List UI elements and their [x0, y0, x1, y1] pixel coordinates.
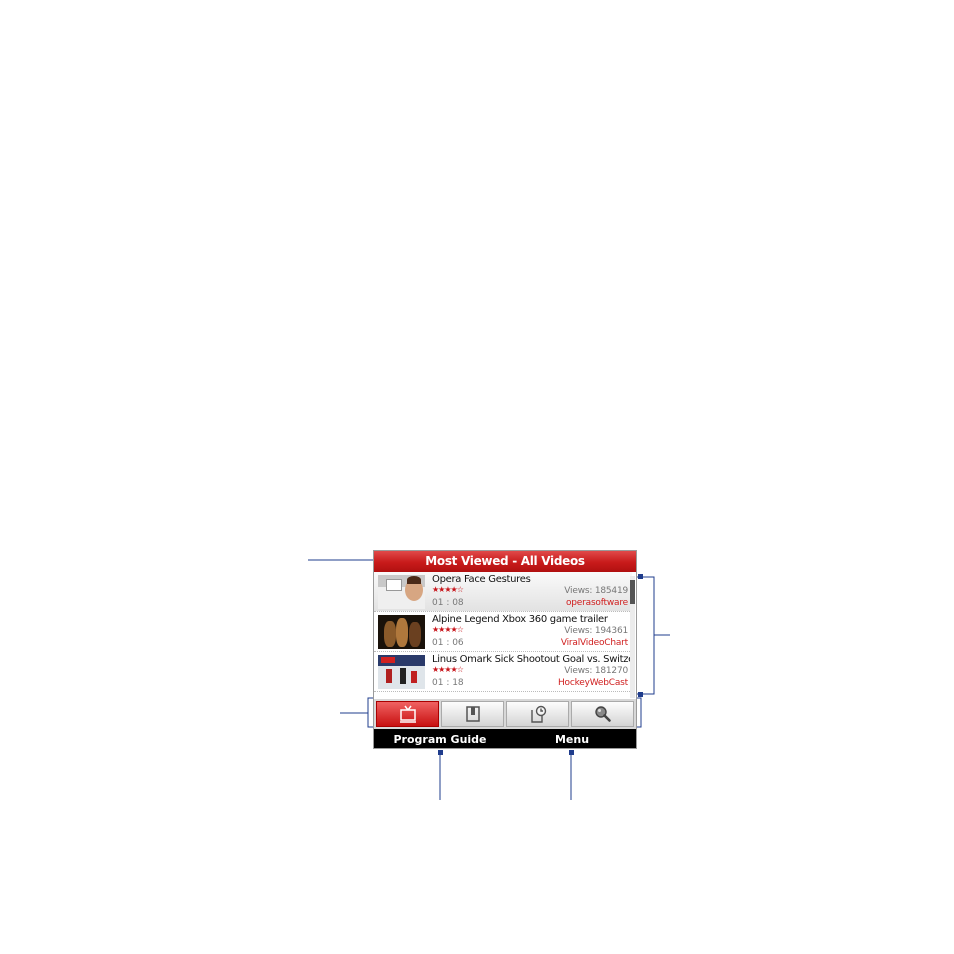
video-item-alpine-legend[interactable]: Alpine Legend Xbox 360 game trailer ★★★★… [374, 612, 632, 652]
video-duration: 01 : 08 [432, 598, 464, 608]
rating-stars: ★★★★☆ [432, 665, 464, 674]
tv-icon [399, 705, 416, 723]
video-duration: 01 : 18 [432, 678, 464, 688]
tab-search[interactable] [571, 701, 634, 727]
video-title: Linus Omark Sick Shootout Goal vs. Switz… [432, 654, 630, 665]
tab-bookmarks[interactable] [441, 701, 504, 727]
video-author: ViralVideoChart [560, 638, 628, 648]
video-duration: 01 : 06 [432, 638, 464, 648]
bookmark-icon [465, 706, 480, 722]
callout-lines [308, 557, 670, 800]
tab-history[interactable] [506, 701, 569, 727]
view-count: Views: 181270 [564, 666, 628, 676]
view-count: Views: 194361 [564, 626, 628, 636]
video-title: Alpine Legend Xbox 360 game trailer [432, 614, 608, 625]
search-icon [594, 706, 611, 722]
video-author: HockeyWebCast [557, 678, 628, 688]
video-thumbnail[interactable] [378, 615, 425, 649]
video-author: operasoftware [565, 598, 628, 608]
tab-bar [374, 699, 636, 729]
video-list[interactable]: Opera Face Gestures ★★★★☆ Views: 185419 … [374, 572, 632, 699]
menu-softkey[interactable]: Menu [506, 729, 636, 748]
program-guide-softkey[interactable]: Program Guide [374, 729, 506, 748]
video-item-opera-face-gestures[interactable]: Opera Face Gestures ★★★★☆ Views: 185419 … [374, 572, 632, 612]
video-item-linus-omark-goal[interactable]: Linus Omark Sick Shootout Goal vs. Switz… [374, 652, 632, 692]
scrollbar-thumb[interactable] [630, 580, 635, 604]
scrollbar[interactable] [630, 576, 635, 698]
video-thumbnail[interactable] [378, 655, 425, 689]
rating-stars: ★★★★☆ [432, 585, 464, 594]
phone-screen: Most Viewed - All Videos Opera Face Gest… [373, 550, 637, 749]
view-count: Views: 185419 [564, 586, 628, 596]
soft-key-bar: Program Guide Menu [374, 729, 636, 748]
page-title: Most Viewed - All Videos [374, 551, 636, 572]
video-thumbnail[interactable] [378, 575, 425, 609]
rating-stars: ★★★★☆ [432, 625, 464, 634]
tab-tv[interactable] [376, 701, 439, 727]
history-icon [530, 705, 546, 723]
video-title: Opera Face Gestures [432, 574, 531, 585]
